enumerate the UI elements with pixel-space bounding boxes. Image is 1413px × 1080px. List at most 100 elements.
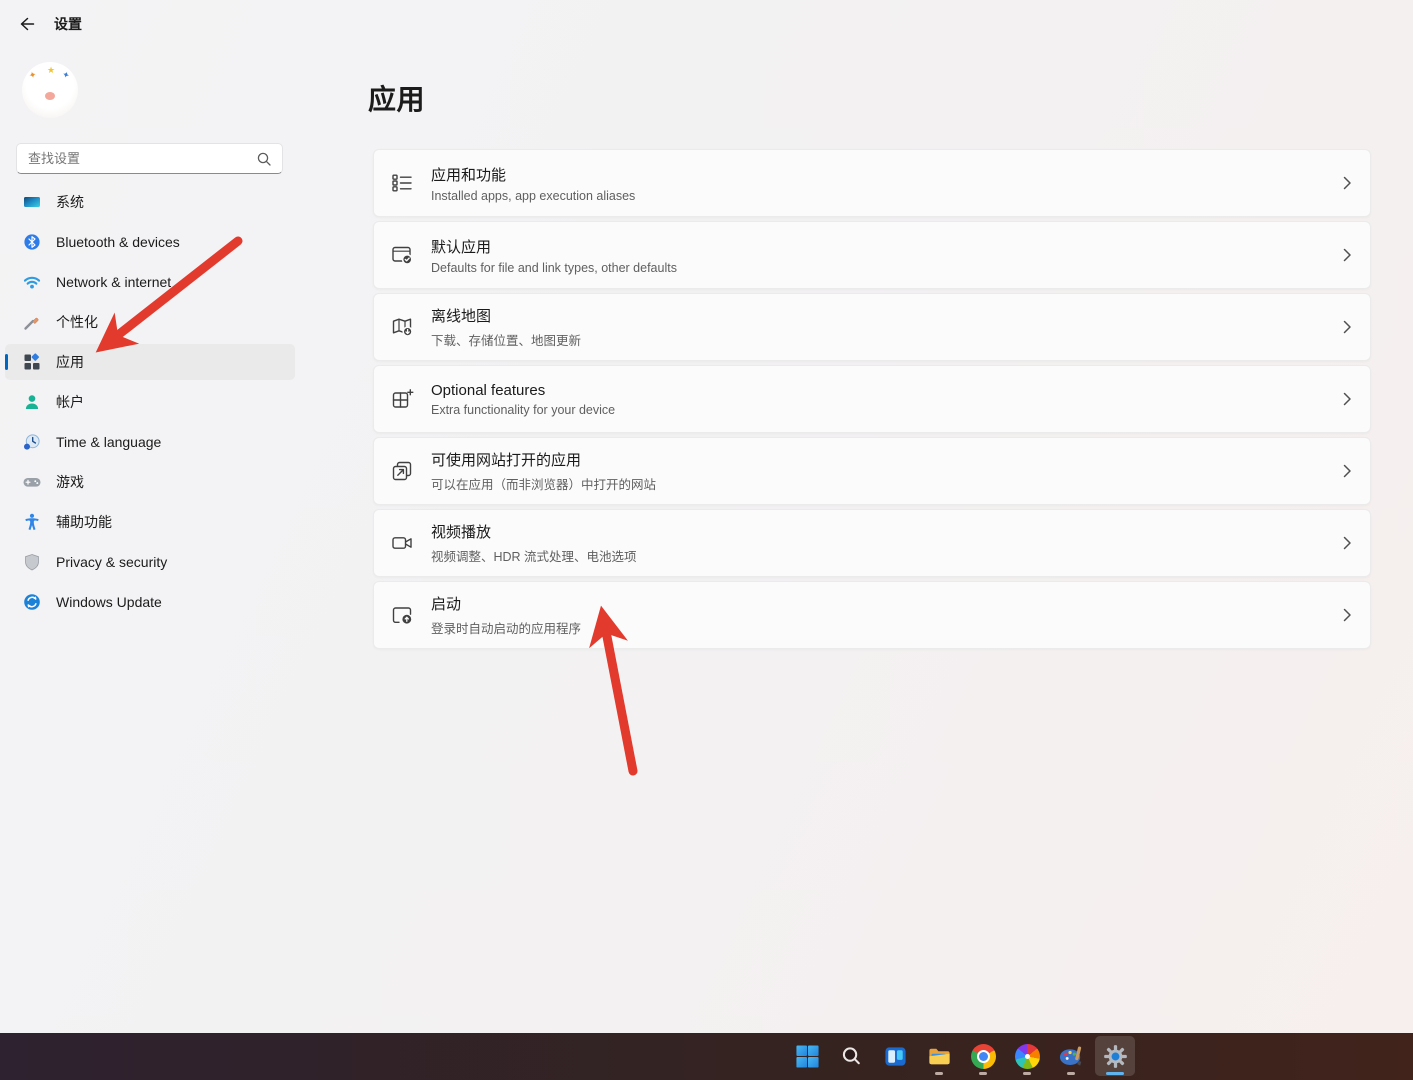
card-title: 视频播放 — [431, 521, 637, 542]
sidebar-item-apps[interactable]: 应用 — [5, 344, 295, 380]
main-content: 应用 应用和功能 Installed apps, app execution a… — [368, 48, 1371, 649]
card-title: 离线地图 — [431, 305, 581, 326]
task-view-button[interactable] — [875, 1036, 915, 1076]
sidebar-item-accounts[interactable]: 帐户 — [5, 384, 295, 420]
open-with-website-icon — [390, 459, 414, 483]
default-apps-icon — [390, 243, 414, 267]
startup-icon — [390, 603, 414, 627]
sidebar-item-system[interactable]: 系统 — [5, 184, 295, 220]
card-subtitle: 视频调整、HDR 流式处理、电池选项 — [431, 546, 637, 565]
sidebar-item-label: Bluetooth & devices — [56, 234, 180, 250]
sidebar-nav: 系统 Bluetooth & devices Network & interne… — [0, 184, 300, 624]
gear-icon — [1103, 1044, 1128, 1069]
card-title: Optional features — [431, 382, 615, 399]
sidebar-item-label: 游戏 — [56, 472, 84, 492]
user-avatar[interactable]: ✦ ★ ✦ — [22, 62, 78, 118]
system-icon — [22, 192, 42, 212]
file-explorer-button[interactable] — [919, 1036, 959, 1076]
avatar-decoration: ✦ — [61, 70, 71, 81]
sidebar-item-personalization[interactable]: 个性化 — [5, 304, 295, 340]
task-view-icon — [883, 1044, 908, 1069]
chevron-right-icon — [1343, 176, 1352, 190]
paintbrush-icon — [22, 312, 42, 332]
game-controller-icon — [22, 472, 42, 492]
shield-icon — [22, 552, 42, 572]
card-subtitle: Extra functionality for your device — [431, 403, 615, 417]
clock-icon — [22, 432, 42, 452]
card-title: 启动 — [431, 593, 581, 614]
accessibility-person-icon — [22, 512, 42, 532]
card-subtitle: 可以在应用（而非浏览器）中打开的网站 — [431, 474, 656, 493]
paint-palette-icon — [1059, 1044, 1084, 1069]
sidebar: ✦ ★ ✦ 系统 Blue — [0, 48, 300, 1033]
video-playback-icon — [390, 531, 414, 555]
sidebar-item-label: 系统 — [56, 192, 84, 212]
sidebar-item-label: Time & language — [56, 434, 161, 450]
settings-cards: 应用和功能 Installed apps, app execution alia… — [373, 149, 1371, 649]
card-offline-maps[interactable]: 离线地图 下载、存储位置、地图更新 — [373, 293, 1371, 361]
sidebar-item-label: 辅助功能 — [56, 512, 112, 532]
taskbar-search-button[interactable] — [831, 1036, 871, 1076]
windows-logo-icon — [795, 1044, 820, 1069]
avatar-decoration: ★ — [47, 66, 55, 75]
chevron-right-icon — [1343, 248, 1352, 262]
card-subtitle: 登录时自动启动的应用程序 — [431, 618, 581, 637]
search-icon[interactable] — [256, 151, 272, 167]
settings-button[interactable] — [1095, 1036, 1135, 1076]
card-startup[interactable]: 启动 登录时自动启动的应用程序 — [373, 581, 1371, 649]
card-video-playback[interactable]: 视频播放 视频调整、HDR 流式处理、电池选项 — [373, 509, 1371, 577]
back-button[interactable] — [10, 9, 42, 39]
search-input[interactable] — [17, 151, 256, 166]
wifi-icon — [22, 272, 42, 292]
sidebar-item-time-language[interactable]: Time & language — [5, 424, 295, 460]
window-title: 设置 — [54, 14, 82, 34]
page-title: 应用 — [368, 78, 1371, 118]
optional-features-icon — [390, 387, 414, 411]
sidebar-item-bluetooth-devices[interactable]: Bluetooth & devices — [5, 224, 295, 260]
card-apps-features[interactable]: 应用和功能 Installed apps, app execution alia… — [373, 149, 1371, 217]
card-title: 应用和功能 — [431, 164, 635, 185]
update-refresh-icon — [22, 592, 42, 612]
card-default-apps[interactable]: 默认应用 Defaults for file and link types, o… — [373, 221, 1371, 289]
card-subtitle: 下载、存储位置、地图更新 — [431, 330, 581, 349]
card-apps-for-websites[interactable]: 可使用网站打开的应用 可以在应用（而非浏览器）中打开的网站 — [373, 437, 1371, 505]
chrome-button[interactable] — [963, 1036, 1003, 1076]
sidebar-item-label: 帐户 — [56, 392, 84, 412]
chevron-right-icon — [1343, 536, 1352, 550]
card-subtitle: Defaults for file and link types, other … — [431, 261, 677, 275]
sidebar-item-privacy-security[interactable]: Privacy & security — [5, 544, 295, 580]
titlebar: 设置 — [0, 0, 82, 48]
chrome-icon — [971, 1044, 996, 1069]
chevron-right-icon — [1343, 464, 1352, 478]
sidebar-item-network-internet[interactable]: Network & internet — [5, 264, 295, 300]
settings-search-box — [16, 143, 283, 174]
bluetooth-icon — [22, 232, 42, 252]
sidebar-item-label: Windows Update — [56, 594, 162, 610]
offline-maps-icon — [390, 315, 414, 339]
taskbar — [0, 1033, 1413, 1080]
card-optional-features[interactable]: Optional features Extra functionality fo… — [373, 365, 1371, 433]
apps-features-icon — [390, 171, 414, 195]
taskbar-icons — [787, 1036, 1135, 1076]
search-icon — [839, 1044, 864, 1069]
pinwheel-browser-icon — [1015, 1044, 1040, 1069]
pinwheel-browser-button[interactable] — [1007, 1036, 1047, 1076]
sidebar-item-label: 应用 — [56, 352, 84, 372]
sidebar-item-label: 个性化 — [56, 312, 98, 332]
account-person-icon — [22, 392, 42, 412]
avatar-decoration — [45, 92, 55, 100]
sidebar-item-gaming[interactable]: 游戏 — [5, 464, 295, 500]
chevron-right-icon — [1343, 392, 1352, 406]
card-title: 可使用网站打开的应用 — [431, 449, 656, 470]
chevron-right-icon — [1343, 320, 1352, 334]
sidebar-item-accessibility[interactable]: 辅助功能 — [5, 504, 295, 540]
apps-icon — [22, 352, 42, 372]
sidebar-item-windows-update[interactable]: Windows Update — [5, 584, 295, 620]
sidebar-item-label: Network & internet — [56, 274, 171, 290]
paint-button[interactable] — [1051, 1036, 1091, 1076]
card-title: 默认应用 — [431, 236, 677, 257]
avatar-decoration: ✦ — [28, 70, 38, 81]
start-button[interactable] — [787, 1036, 827, 1076]
file-explorer-icon — [927, 1044, 952, 1069]
back-arrow-icon — [17, 15, 35, 33]
